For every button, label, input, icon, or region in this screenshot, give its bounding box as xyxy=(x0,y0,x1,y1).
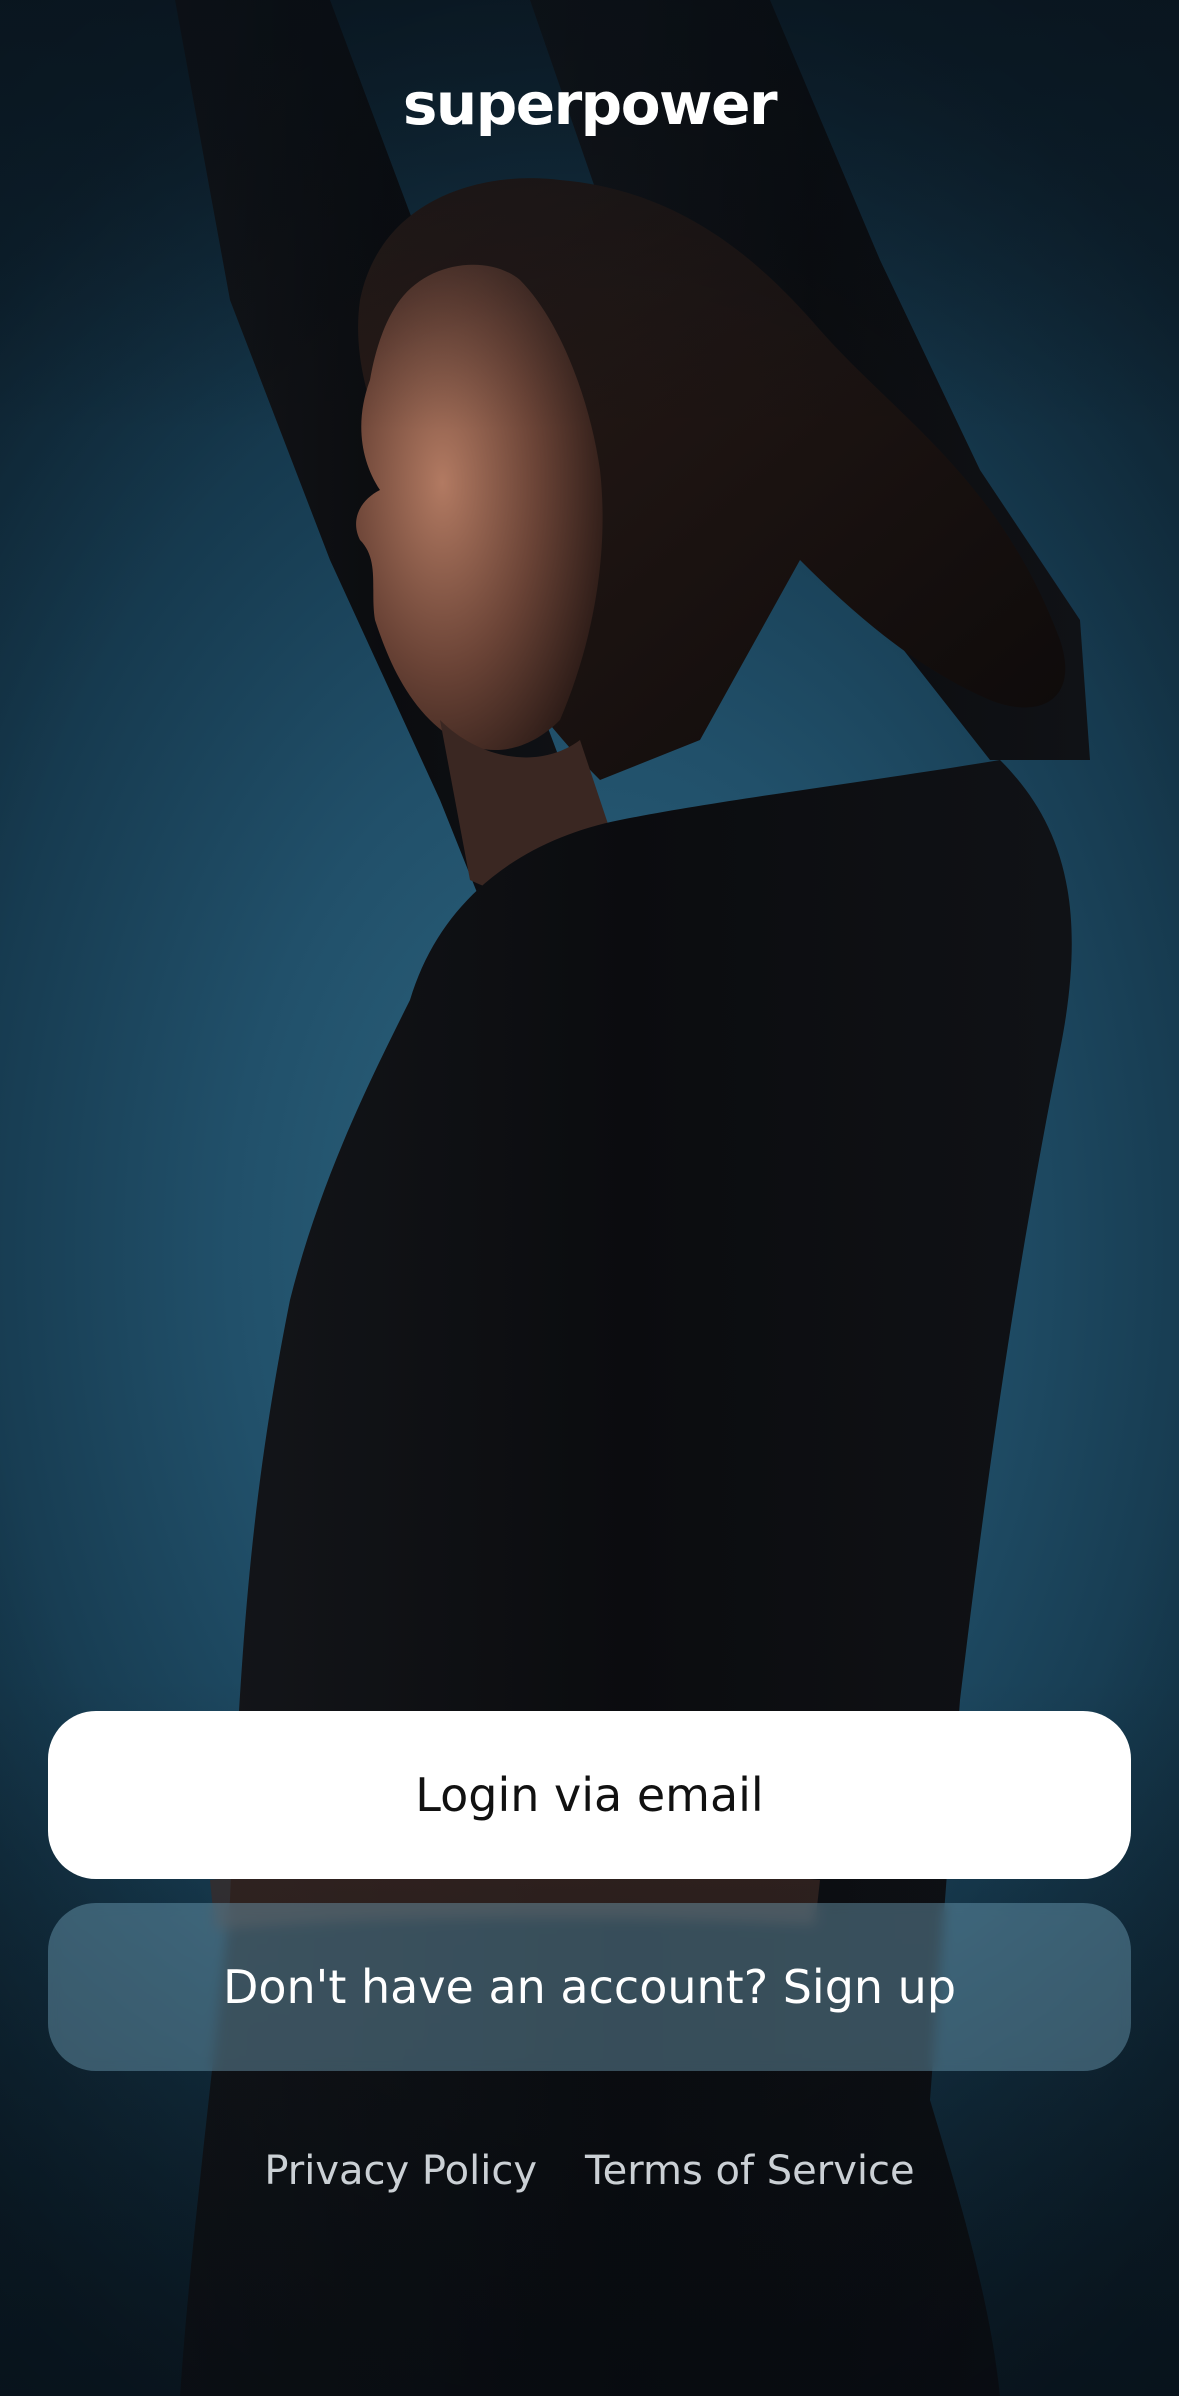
sign-up-button-label: Don't have an account? Sign up xyxy=(222,1960,957,2014)
legal-links: Privacy Policy Terms of Service xyxy=(0,2148,1179,2194)
login-screen: superpower Login via email Don't have an… xyxy=(0,0,1179,2396)
app-logo: superpower xyxy=(402,70,778,138)
privacy-policy-link[interactable]: Privacy Policy xyxy=(264,2148,537,2194)
sign-up-button[interactable]: Don't have an account? Sign up xyxy=(48,1903,1131,2071)
terms-of-service-link[interactable]: Terms of Service xyxy=(585,2148,915,2194)
login-via-email-button[interactable]: Login via email xyxy=(48,1711,1131,1879)
login-button-label: Login via email xyxy=(415,1768,764,1822)
